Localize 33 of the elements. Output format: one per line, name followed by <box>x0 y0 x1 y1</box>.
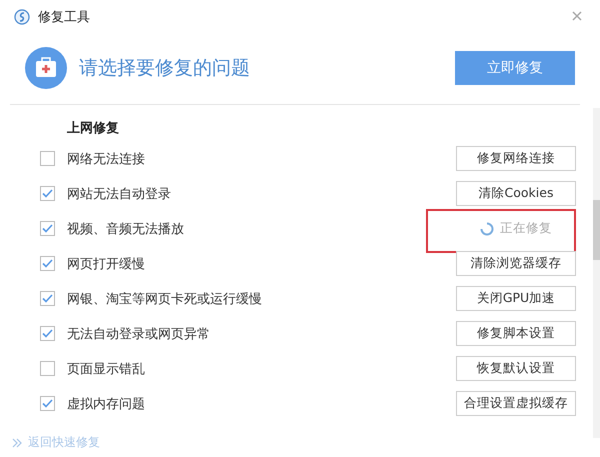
issue-label: 页面显示错乱 <box>67 360 145 378</box>
section-title: 上网修复 <box>66 120 120 138</box>
checkbox[interactable] <box>40 221 55 236</box>
fix-button[interactable]: 修复网络连接 <box>456 146 576 171</box>
issue-label: 网络无法连接 <box>67 150 145 168</box>
issue-label: 网站无法自动登录 <box>67 186 171 202</box>
toolbox-icon <box>25 47 67 89</box>
double-chevron-icon <box>12 438 22 448</box>
checkbox[interactable] <box>40 326 55 341</box>
checkbox[interactable] <box>40 396 55 411</box>
checkbox[interactable] <box>40 186 55 201</box>
status-text: 正在修复 <box>500 220 552 237</box>
fix-button[interactable]: 恢复默认设置 <box>456 356 576 381</box>
checkbox[interactable] <box>40 291 55 306</box>
issue-label: 无法自动登录或网页异常 <box>67 326 210 342</box>
window-title: 修复工具 <box>38 9 90 26</box>
fix-button[interactable]: 修复脚本设置 <box>456 321 576 346</box>
spinner-icon <box>480 222 494 236</box>
fix-button[interactable]: 合理设置虚拟缓存 <box>456 391 576 416</box>
fix-button[interactable]: 清除Cookies <box>456 181 576 206</box>
app-logo-icon <box>14 9 30 25</box>
fix-button[interactable]: 清除浏览器缓存 <box>456 251 576 276</box>
issue-label: 虚拟内存问题 <box>67 396 145 412</box>
issue-label: 视频、音频无法播放 <box>67 220 184 238</box>
checkbox[interactable] <box>40 151 55 166</box>
scrollbar-thumb[interactable] <box>593 200 600 260</box>
fix-button[interactable]: 关闭GPU加速 <box>456 286 576 311</box>
issue-label: 网银、淘宝等网页卡死或运行缓慢 <box>67 290 262 308</box>
close-icon <box>572 11 582 21</box>
header-prompt: 请选择要修复的问题 <box>79 56 250 81</box>
checkbox[interactable] <box>40 256 55 271</box>
checkbox[interactable] <box>40 361 55 376</box>
issue-label: 网页打开缓慢 <box>67 256 145 272</box>
